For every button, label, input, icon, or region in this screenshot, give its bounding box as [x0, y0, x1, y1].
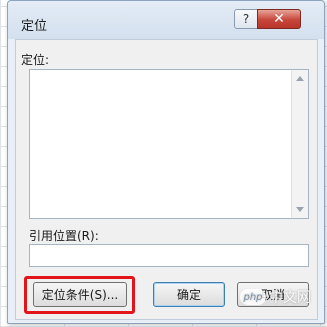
listbox-scrollbar[interactable] [291, 70, 308, 218]
goto-label: 定位: [21, 53, 50, 67]
scroll-down-arrow-icon[interactable] [296, 207, 304, 212]
php-logo: php [240, 289, 266, 305]
php-watermark: php 中文网 [240, 287, 311, 307]
dialog-titlebar[interactable]: 定位 ? ✕ [8, 1, 324, 39]
dialog-title: 定位 [21, 19, 48, 34]
close-icon: ✕ [273, 11, 285, 27]
help-button[interactable]: ? [234, 9, 258, 29]
close-button[interactable]: ✕ [257, 9, 301, 29]
help-icon: ? [242, 12, 250, 26]
scroll-up-arrow-icon[interactable] [296, 76, 304, 81]
watermark-text: 中文网 [269, 290, 311, 306]
goto-dialog: 定位 ? ✕ 定位: 引用位置(R): 定位条件(S)... 确定 取消 php… [7, 0, 325, 324]
highlight-box [24, 276, 135, 314]
goto-listbox[interactable] [29, 69, 309, 219]
reference-input[interactable] [29, 244, 309, 267]
ok-button[interactable]: 确定 [153, 282, 225, 307]
reference-label: 引用位置(R): [29, 229, 99, 243]
